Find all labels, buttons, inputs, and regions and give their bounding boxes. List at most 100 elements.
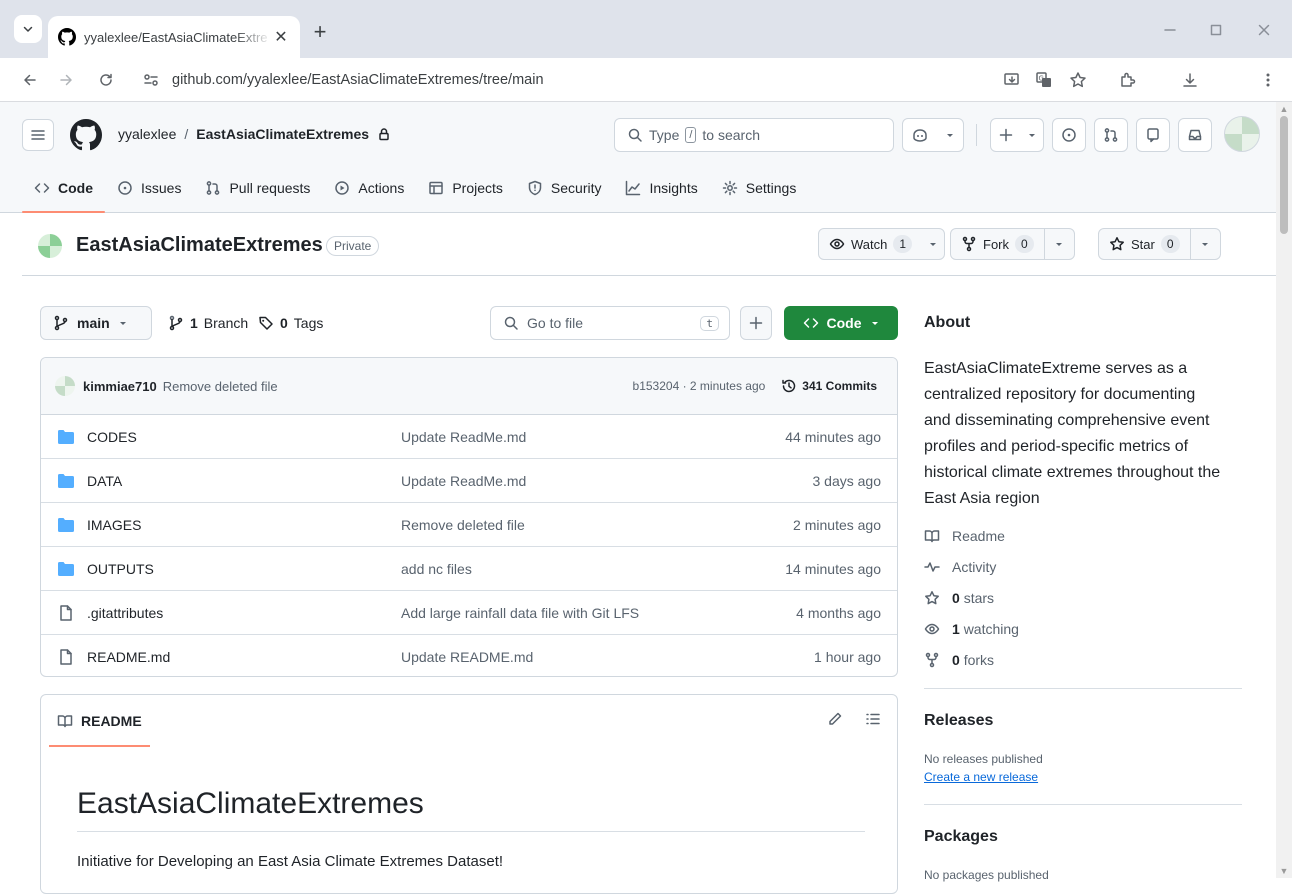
pull-requests-header-button[interactable] xyxy=(1094,118,1128,152)
readme-tab[interactable]: README xyxy=(49,695,150,747)
maximize-icon[interactable] xyxy=(1206,20,1226,40)
discussions-header-button[interactable] xyxy=(1136,118,1170,152)
address-bar[interactable]: github.com/yyalexlee/EastAsiaClimateExtr… xyxy=(134,65,994,95)
code-clone-button[interactable]: Code xyxy=(784,306,898,340)
watching-link[interactable]: 1 watching xyxy=(924,621,1019,637)
tab-settings[interactable]: Settings xyxy=(710,170,809,206)
outline-list-icon[interactable] xyxy=(865,711,881,727)
tab-pull-requests[interactable]: Pull requests xyxy=(193,170,322,206)
watch-button[interactable]: Watch 1 xyxy=(818,228,946,260)
github-header: yyalexlee / EastAsiaClimateExtremes Type… xyxy=(0,102,1276,213)
tab-code[interactable]: Code xyxy=(22,170,105,213)
breadcrumb-owner[interactable]: yyalexlee xyxy=(118,126,176,142)
activity-link[interactable]: Activity xyxy=(924,559,996,575)
github-logo-icon[interactable] xyxy=(70,119,102,151)
scroll-up-arrow-icon[interactable]: ▲ xyxy=(1279,104,1289,114)
close-window-icon[interactable] xyxy=(1254,20,1274,40)
table-row[interactable]: IMAGES Remove deleted file 2 minutes ago xyxy=(41,503,897,547)
issue-opened-icon xyxy=(118,181,132,195)
file-commit-message[interactable]: Update README.md xyxy=(401,649,533,665)
user-avatar[interactable] xyxy=(1224,116,1260,152)
branch-count: 1 xyxy=(190,315,198,331)
repo-name[interactable]: EastAsiaClimateExtremes xyxy=(76,234,323,257)
forks-link[interactable]: 0 forks xyxy=(924,652,994,668)
forward-icon[interactable] xyxy=(52,66,80,94)
table-row[interactable]: .gitattributes Add large rainfall data fi… xyxy=(41,591,897,635)
minimize-icon[interactable] xyxy=(1160,20,1180,40)
file-name[interactable]: DATA xyxy=(87,473,122,489)
tags-link[interactable]: 0 Tags xyxy=(258,306,323,340)
install-app-icon[interactable] xyxy=(998,66,1026,94)
table-row[interactable]: DATA Update ReadMe.md 3 days ago xyxy=(41,459,897,503)
tab-search-button[interactable] xyxy=(14,15,42,43)
translate-icon[interactable]: G xyxy=(1030,66,1058,94)
menu-hamburger-icon[interactable] xyxy=(22,119,54,151)
branch-select-button[interactable]: main xyxy=(40,306,152,340)
file-commit-message[interactable]: Update ReadMe.md xyxy=(401,473,526,489)
commits-history-link[interactable]: 341 Commits xyxy=(781,378,877,394)
table-row[interactable]: README.md Update README.md 1 hour ago xyxy=(41,635,897,676)
tab-issues[interactable]: Issues xyxy=(105,170,193,206)
back-icon[interactable] xyxy=(16,66,44,94)
releases-title[interactable]: Releases xyxy=(924,712,993,730)
copilot-button[interactable] xyxy=(902,118,964,152)
star-dropdown[interactable] xyxy=(1189,229,1220,259)
browser-menu-icon[interactable] xyxy=(1254,66,1282,94)
create-new-button[interactable] xyxy=(990,118,1044,152)
bookmark-star-icon[interactable] xyxy=(1064,66,1092,94)
tag-icon xyxy=(259,316,273,330)
file-commit-message[interactable]: Update ReadMe.md xyxy=(401,429,526,445)
inbox-header-button[interactable] xyxy=(1178,118,1212,152)
scrollbar-thumb[interactable] xyxy=(1280,116,1288,234)
file-name[interactable]: .gitattributes xyxy=(87,605,163,621)
file-name[interactable]: CODES xyxy=(87,429,137,445)
fork-dropdown[interactable] xyxy=(1043,229,1074,259)
downloads-icon[interactable] xyxy=(1176,66,1204,94)
file-commit-message[interactable]: add nc files xyxy=(401,561,472,577)
breadcrumb-repo[interactable]: EastAsiaClimateExtremes xyxy=(196,126,369,142)
tab-projects[interactable]: Projects xyxy=(416,170,515,206)
pencil-icon[interactable] xyxy=(827,711,843,727)
graph-icon xyxy=(626,180,641,196)
breadcrumb: yyalexlee / EastAsiaClimateExtremes xyxy=(118,126,391,142)
tab-actions[interactable]: Actions xyxy=(322,170,416,206)
readme-link[interactable]: Readme xyxy=(924,528,1005,544)
branches-link[interactable]: 1 Branch xyxy=(168,306,248,340)
table-row[interactable]: CODES Update ReadMe.md 44 minutes ago xyxy=(41,415,897,459)
eye-icon xyxy=(829,238,845,250)
tab-insights[interactable]: Insights xyxy=(613,170,709,206)
add-file-button[interactable] xyxy=(740,306,772,340)
fork-button[interactable]: Fork 0 xyxy=(950,228,1075,260)
commit-author[interactable]: kimmiae710 xyxy=(83,379,157,394)
commit-meta[interactable]: b153204 · 2 minutes ago xyxy=(633,379,766,393)
reload-icon[interactable] xyxy=(92,66,120,94)
file-commit-message[interactable]: Add large rainfall data file with Git LF… xyxy=(401,605,639,621)
extensions-icon[interactable] xyxy=(1114,66,1142,94)
issues-header-button[interactable] xyxy=(1052,118,1086,152)
file-name[interactable]: README.md xyxy=(87,649,170,665)
table-row[interactable]: OUTPUTS add nc files 14 minutes ago xyxy=(41,547,897,591)
stars-link[interactable]: 0 stars xyxy=(924,590,994,606)
create-release-link[interactable]: Create a new release xyxy=(924,770,1038,784)
scroll-down-arrow-icon[interactable]: ▼ xyxy=(1279,866,1289,876)
star-button[interactable]: Star 0 xyxy=(1098,228,1221,260)
folder-icon xyxy=(58,429,74,444)
file-commit-message[interactable]: Remove deleted file xyxy=(401,517,525,533)
tab-close-icon[interactable]: ✕ xyxy=(272,28,290,46)
repo-nav: Code Issues Pull requests Actions Projec… xyxy=(22,170,809,213)
repo-owner-avatar[interactable] xyxy=(38,234,62,258)
new-tab-button[interactable]: + xyxy=(306,18,334,46)
packages-title[interactable]: Packages xyxy=(924,828,998,846)
site-settings-icon[interactable] xyxy=(140,69,162,91)
go-to-file-input[interactable]: Go to file t xyxy=(490,306,730,340)
browser-tab-active[interactable]: yyalexlee/EastAsiaClimateExtre ✕ xyxy=(48,16,300,58)
watch-dropdown[interactable] xyxy=(922,229,944,259)
file-name[interactable]: OUTPUTS xyxy=(87,561,154,577)
commit-author-avatar[interactable] xyxy=(55,376,75,396)
github-favicon-icon xyxy=(58,28,76,46)
tab-actions-label: Actions xyxy=(358,180,405,196)
commit-message[interactable]: Remove deleted file xyxy=(163,379,278,394)
tab-security[interactable]: Security xyxy=(515,170,614,206)
file-name[interactable]: IMAGES xyxy=(87,517,141,533)
global-search-input[interactable]: Type / to search xyxy=(614,118,894,152)
